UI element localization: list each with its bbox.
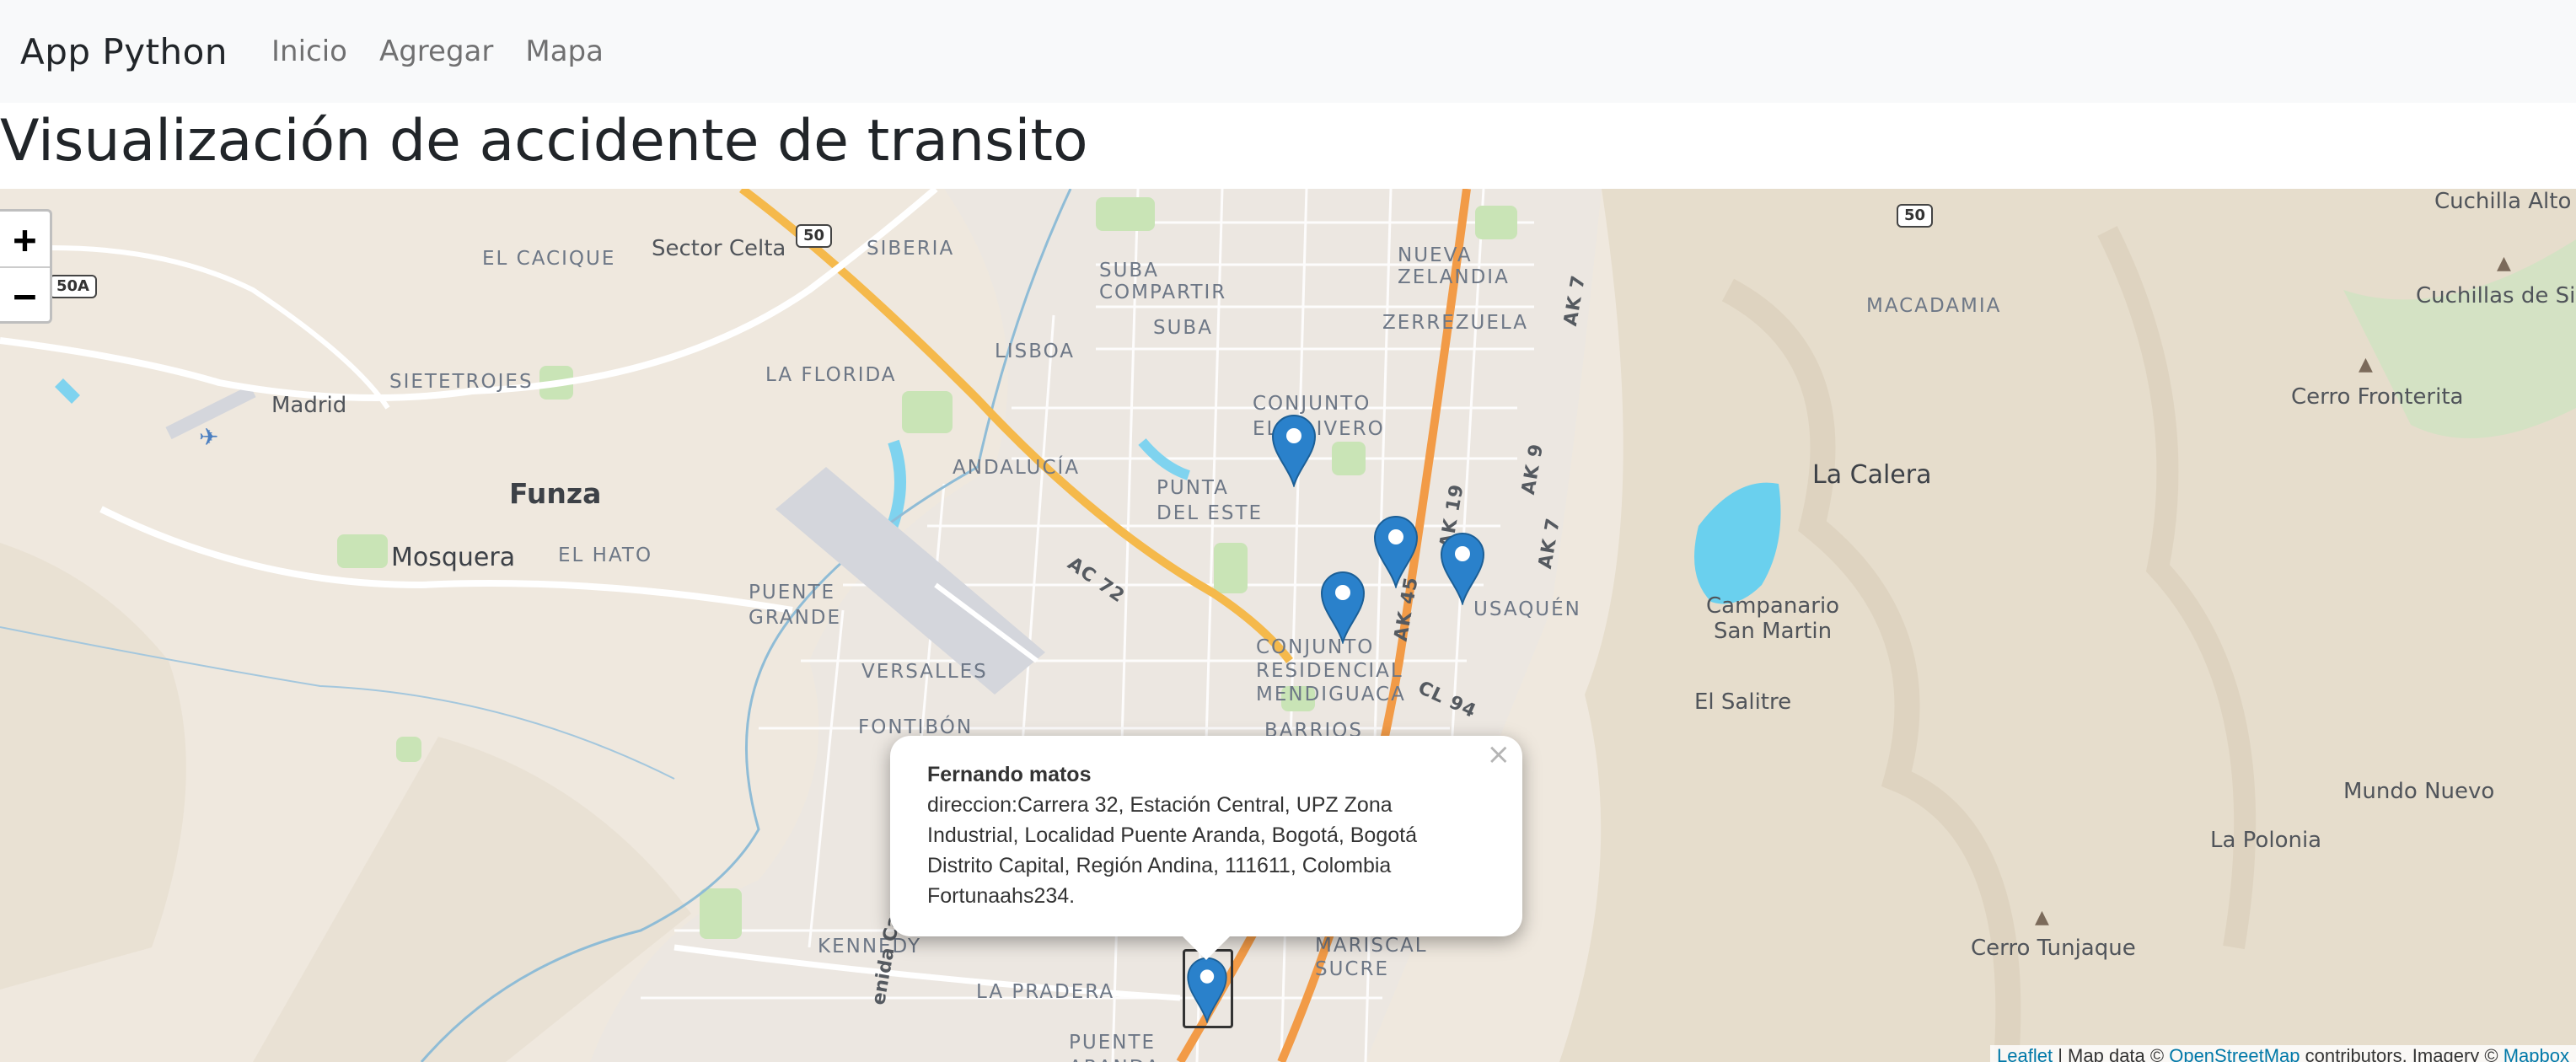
map-label: SUBA COMPARTIR: [1099, 260, 1227, 303]
map-marker-selected[interactable]: [1184, 956, 1230, 1030]
map-label: Campanario San Martin: [1706, 593, 1840, 644]
map-label: MARISCAL SUCRE: [1315, 935, 1428, 980]
page-title: Visualización de accidente de transito: [0, 108, 1088, 174]
map-label: Sector Celta: [652, 236, 786, 261]
leaflet-link[interactable]: Leaflet: [1997, 1045, 2053, 1062]
peak-icon: ▲: [2035, 907, 2049, 928]
map-label: Madrid: [271, 393, 347, 418]
map-label: ZERREZUELA: [1382, 312, 1528, 334]
brand-link[interactable]: App Python: [20, 31, 228, 72]
map-label: CONJUNTO RESIDENCIAL MENDIGUACA: [1256, 636, 1406, 705]
marker-popup: × Fernando matos direccion:Carrera 32, E…: [890, 736, 1522, 936]
nav-links: Inicio Agregar Mapa: [271, 35, 636, 68]
popup-name: Fernando matos: [927, 763, 1092, 786]
map-label: Mundo Nuevo: [2343, 779, 2495, 804]
map-label: SUBA: [1153, 317, 1213, 339]
map-label: Cuchilla Alto de: [2434, 189, 2576, 214]
map-marker[interactable]: [1320, 570, 1366, 646]
marker-pin-icon: [1440, 533, 1485, 607]
map-label: LA PRADERA: [976, 981, 1115, 1003]
map-label: NUEVA ZELANDIA: [1398, 244, 1510, 288]
road-shield: 50: [1897, 204, 1934, 228]
map-marker[interactable]: [1271, 413, 1317, 489]
osm-link[interactable]: OpenStreetMap: [2169, 1045, 2300, 1062]
attribution-text: contributors, Imagery ©: [2300, 1045, 2504, 1062]
map-label: LISBOA: [995, 341, 1076, 362]
road-shield: 50: [796, 224, 833, 248]
map-label: Funza: [509, 477, 602, 510]
map-label: La Calera: [1812, 460, 1932, 490]
marker-pin-icon: [1271, 415, 1317, 489]
map-label: SIBERIA: [867, 238, 955, 260]
peak-icon: ▲: [2359, 354, 2373, 375]
marker-pin-icon: [1187, 957, 1227, 1025]
nav-link-agregar[interactable]: Agregar: [379, 35, 493, 68]
map-label: USAQUÉN: [1473, 598, 1581, 620]
map-label: LA FLORIDA: [765, 364, 897, 386]
map-label: Cerro Tunjaque: [1971, 936, 2136, 961]
map-label: PUENTE GRANDE: [749, 582, 842, 629]
map-label: PUENTE ARANDA: [1069, 1032, 1159, 1062]
popup-tip: [1183, 936, 1230, 960]
map-label: SIETETROJES: [389, 371, 534, 393]
peak-icon: ▲: [2497, 253, 2511, 274]
airport-icon: ✈: [199, 423, 219, 451]
map-container[interactable]: EL CACIQUE Sector Celta SIBERIA SUBA COM…: [0, 189, 2576, 1062]
popup-body: direccion:Carrera 32, Estación Central, …: [927, 793, 1417, 908]
marker-pin-icon: [1373, 516, 1419, 590]
zoom-in-button[interactable]: +: [0, 212, 50, 268]
attribution-text: | Map data ©: [2053, 1045, 2170, 1062]
navbar: App Python Inicio Agregar Mapa: [0, 0, 2576, 103]
mapbox-link[interactable]: Mapbox: [2504, 1045, 2569, 1062]
road-shield: 50A: [49, 275, 97, 298]
nav-link-mapa[interactable]: Mapa: [525, 35, 604, 68]
nav-link-inicio[interactable]: Inicio: [271, 35, 347, 68]
map-label: VERSALLES: [861, 661, 988, 683]
map-marker[interactable]: [1373, 514, 1419, 590]
map-label: EL CACIQUE: [482, 248, 616, 270]
map-marker[interactable]: [1440, 531, 1485, 607]
map-attribution: Leaflet | Map data © OpenStreetMap contr…: [1990, 1045, 2576, 1062]
map-label: MACADAMIA: [1866, 295, 2002, 317]
map-label: El Salitre: [1694, 689, 1792, 715]
map-label: EL HATO: [558, 544, 653, 566]
zoom-out-button[interactable]: −: [0, 268, 50, 323]
map-label: Cerro Fronterita: [2291, 384, 2464, 410]
map-label: Mosquera: [391, 543, 516, 572]
marker-pin-icon: [1320, 571, 1366, 646]
map-label: KENNEDY: [818, 936, 922, 957]
map-label: PUNTA DEL ESTE: [1157, 477, 1264, 524]
popup-close-button[interactable]: ×: [1487, 739, 1511, 770]
map-label: Cuchillas de Siec: [2416, 283, 2576, 308]
map-label: ANDALUCÍA: [953, 457, 1081, 479]
zoom-control: + −: [0, 209, 52, 324]
map-label: La Polonia: [2210, 828, 2322, 853]
